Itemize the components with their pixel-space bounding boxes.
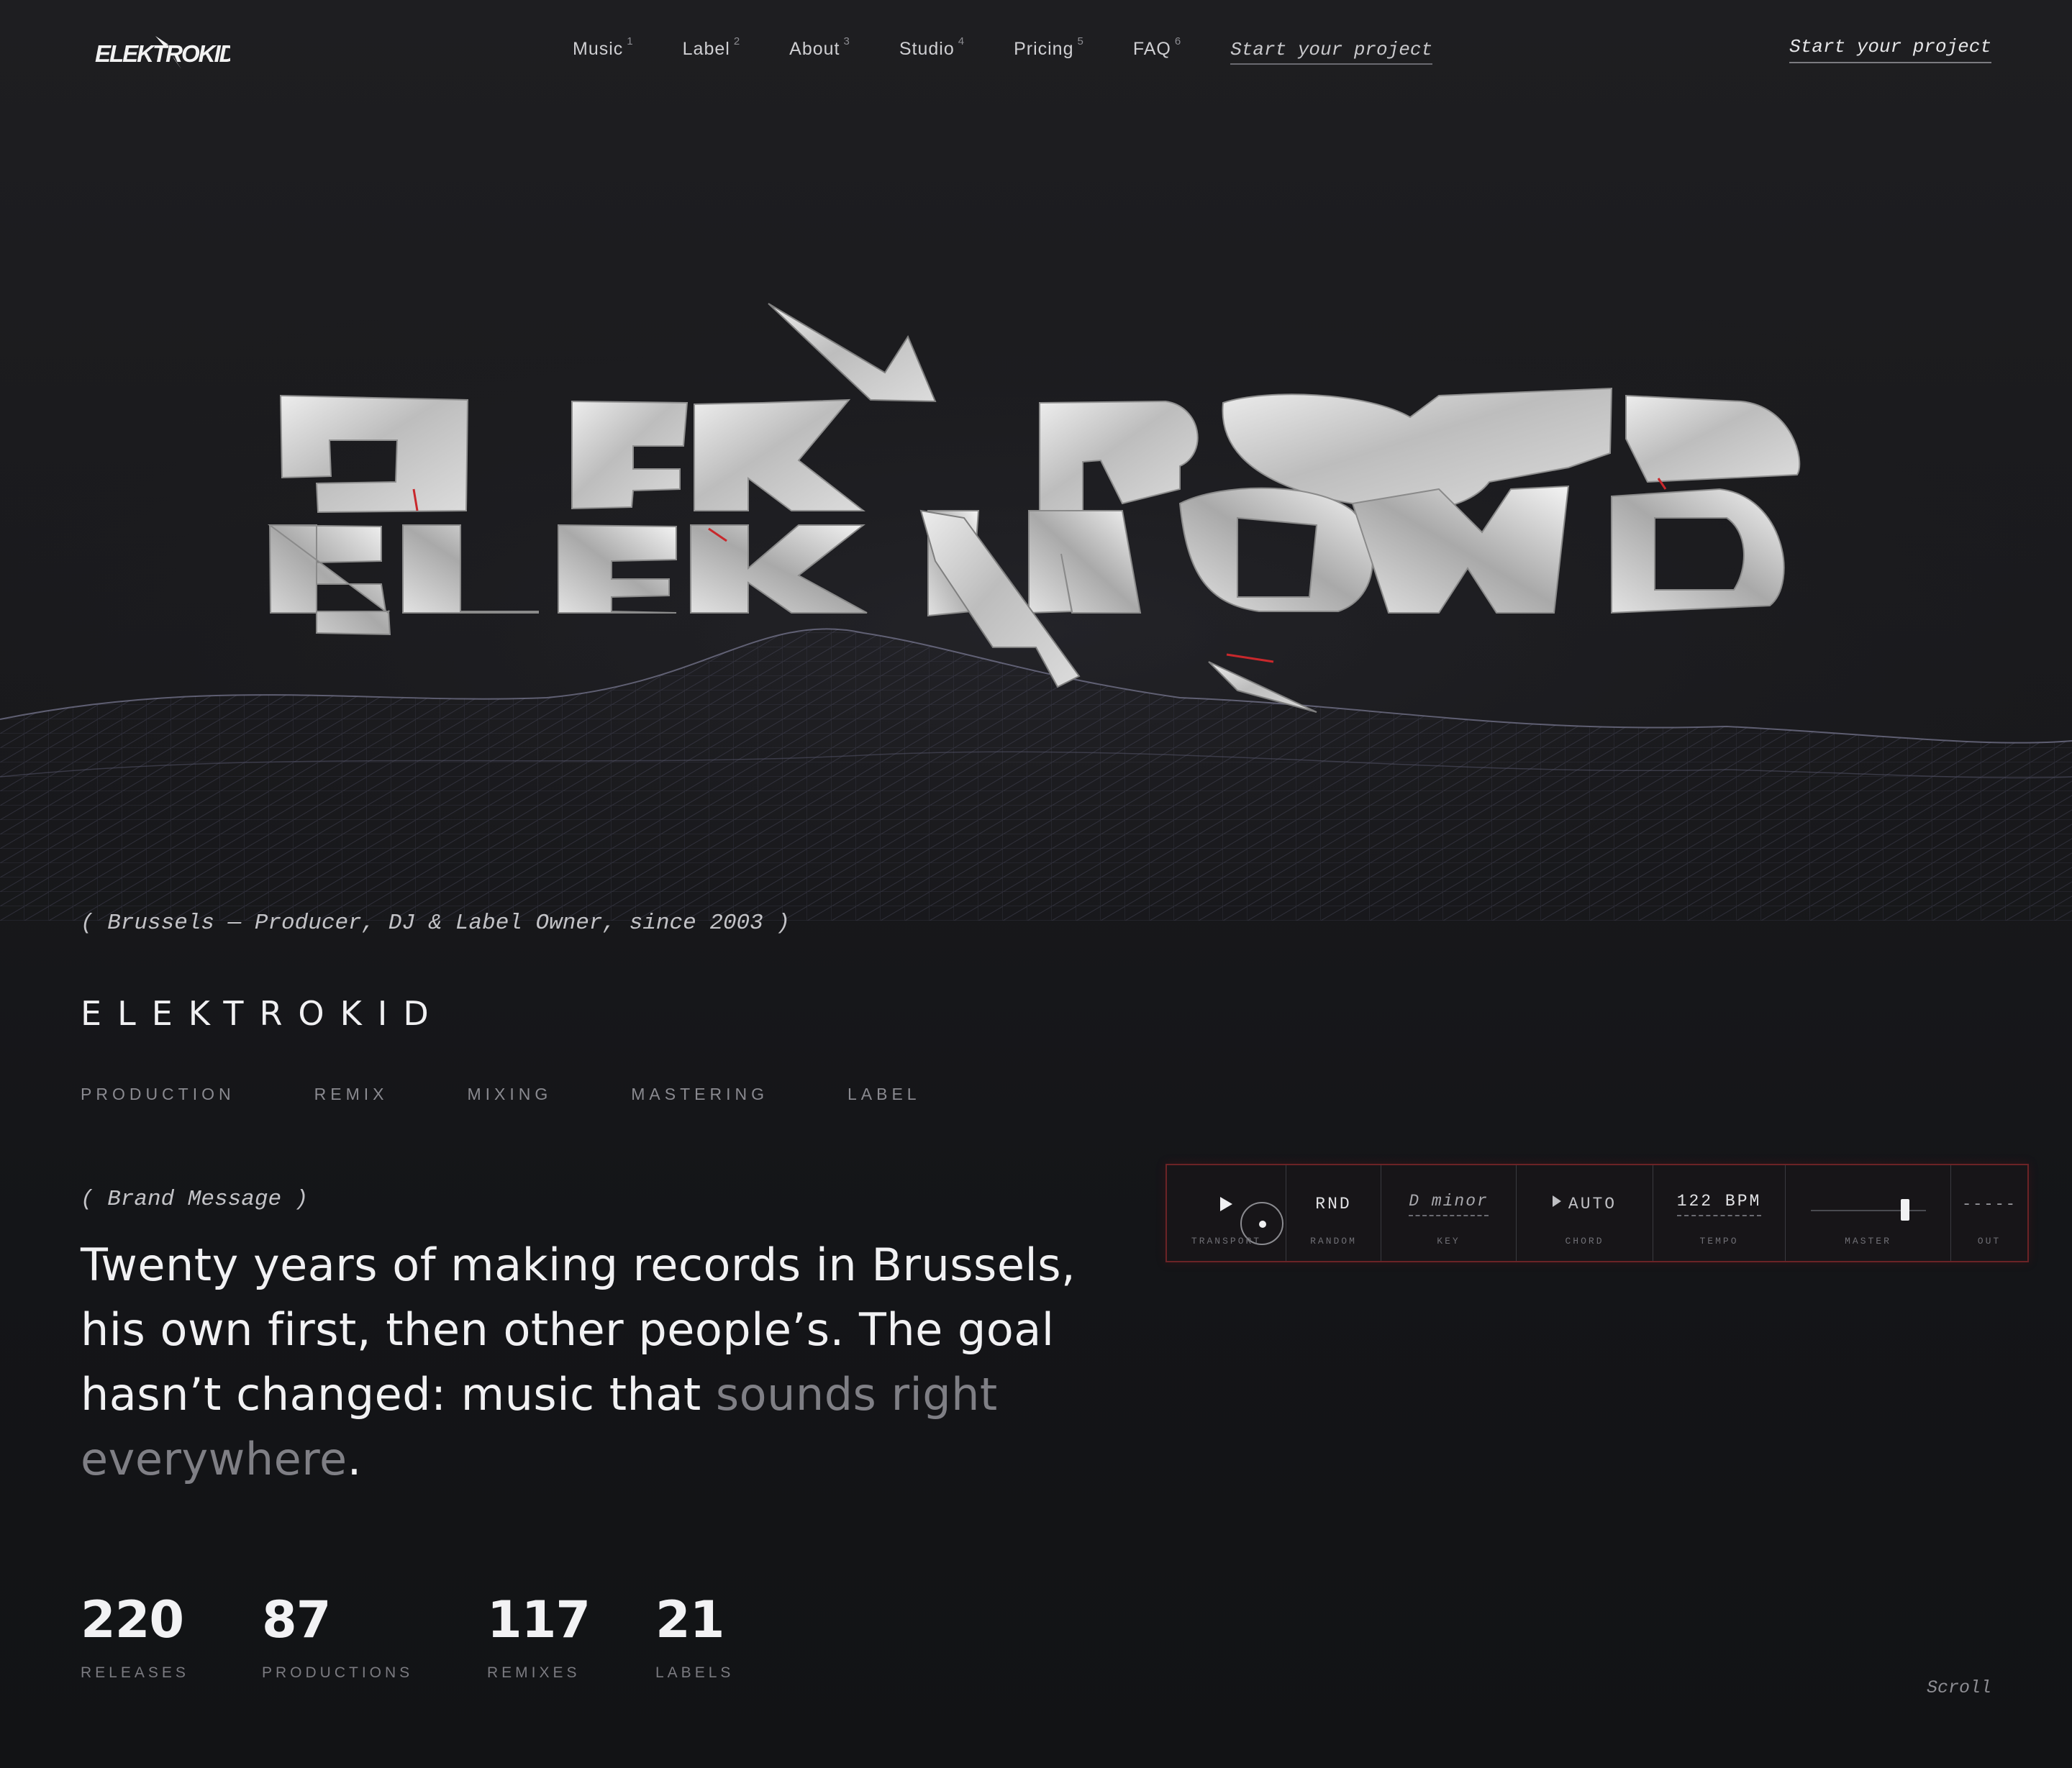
stat-value: 117: [487, 1590, 591, 1649]
stat-value: 87: [262, 1590, 331, 1649]
nav-label: Music: [573, 39, 624, 59]
chord-toggle[interactable]: AUTO CHORD: [1517, 1165, 1653, 1261]
nav-index: 5: [1077, 35, 1084, 47]
hero-wordmark-3d: [0, 273, 2072, 921]
nav-item-about[interactable]: About 3: [789, 35, 850, 60]
stat-productions: 87 PRODUCTIONS: [262, 1591, 413, 1682]
master-fader-track[interactable]: [1810, 1199, 1926, 1221]
chord-play-icon: [1552, 1195, 1561, 1207]
service-label: LABEL: [847, 1085, 921, 1103]
hero-visual: [0, 273, 2072, 921]
service-production: PRODUCTION: [81, 1085, 235, 1103]
key-caption: KEY: [1437, 1236, 1460, 1247]
services-list: PRODUCTION REMIX MIXING MASTERING LABEL: [81, 1085, 1000, 1104]
service-mixing: MIXING: [467, 1085, 553, 1103]
tagline: ( Brussels — Producer, DJ & Label Owner,…: [81, 911, 790, 936]
nav-item-studio[interactable]: Studio 4: [899, 35, 965, 60]
nav-index: 2: [733, 35, 741, 47]
header-start-project-link[interactable]: Start your project: [1789, 36, 1991, 63]
brand-name-heading: ELEKTROKID: [81, 994, 445, 1033]
play-icon[interactable]: [1220, 1197, 1232, 1211]
chord-value: AUTO: [1568, 1195, 1617, 1213]
nav-label: About: [789, 39, 840, 59]
transport-caption: TRANSPORT: [1191, 1236, 1262, 1247]
nav-index: 1: [627, 35, 634, 47]
stat-value: 220: [81, 1590, 184, 1649]
service-remix: REMIX: [314, 1085, 388, 1103]
tempo-value: 122 BPM: [1676, 1192, 1762, 1216]
transport-control[interactable]: TRANSPORT: [1167, 1165, 1286, 1261]
nav-start-project-link[interactable]: Start your project: [1230, 39, 1433, 65]
synth-control-bar: TRANSPORT RND RANDOM D minor KEY AUTO CH…: [1166, 1164, 2029, 1262]
key-value: D minor: [1409, 1192, 1489, 1216]
stat-label: REMIXES: [487, 1664, 581, 1681]
tempo-control[interactable]: 122 BPM TEMPO: [1653, 1165, 1786, 1261]
nav-index: 3: [843, 35, 850, 47]
scroll-hint[interactable]: Scroll: [1927, 1677, 1991, 1698]
transport-play[interactable]: [1220, 1191, 1232, 1217]
out-meter: ----- OUT: [1951, 1165, 2027, 1261]
random-caption: RANDOM: [1310, 1236, 1357, 1247]
nav-item-label[interactable]: Label 2: [682, 35, 741, 60]
stat-label: LABELS: [655, 1664, 735, 1681]
out-caption: OUT: [1977, 1236, 2001, 1247]
random-value: RND: [1315, 1195, 1352, 1213]
out-value: -----: [1961, 1195, 2017, 1213]
chord-caption: CHORD: [1565, 1236, 1604, 1247]
stat-releases: 220 RELEASES: [81, 1591, 189, 1682]
nav-label: Label: [682, 39, 730, 59]
logo-mark: ELEKTROKID: [95, 36, 237, 69]
nav-label: FAQ: [1132, 39, 1171, 59]
nav-label: Pricing: [1014, 39, 1074, 59]
stat-label: RELEASES: [81, 1664, 189, 1681]
stat-value: 21: [655, 1590, 724, 1649]
master-fader-thumb[interactable]: [1901, 1199, 1910, 1221]
stat-remixes: 117 REMIXES: [487, 1590, 591, 1682]
master-caption: MASTER: [1845, 1236, 1891, 1247]
logo[interactable]: ELEKTROKID: [94, 35, 237, 70]
master-fader[interactable]: MASTER: [1786, 1165, 1951, 1261]
main-nav: Music 1 Label 2 About 3 Studio 4 Pricing 5 FA…: [573, 35, 1433, 68]
nav-item-pricing[interactable]: Pricing 5: [1014, 35, 1084, 60]
nav-item-faq[interactable]: FAQ 6: [1132, 35, 1181, 60]
random-button[interactable]: RND RANDOM: [1286, 1165, 1381, 1261]
stat-labels: 21 LABELS: [655, 1591, 734, 1682]
service-mastering: MASTERING: [631, 1085, 768, 1103]
stat-label: PRODUCTIONS: [262, 1664, 414, 1681]
brand-message-text: Twenty years of making records in Brusse…: [81, 1233, 1117, 1492]
nav-label: Studio: [899, 39, 955, 59]
tempo-caption: TEMPO: [1699, 1236, 1739, 1247]
brand-message-label: ( Brand Message ): [81, 1187, 309, 1212]
key-select[interactable]: D minor KEY: [1381, 1165, 1517, 1261]
nav-index: 6: [1174, 35, 1182, 47]
nav-item-music[interactable]: Music 1: [573, 35, 634, 60]
nav-index: 4: [958, 35, 965, 47]
message-end: .: [347, 1433, 362, 1485]
